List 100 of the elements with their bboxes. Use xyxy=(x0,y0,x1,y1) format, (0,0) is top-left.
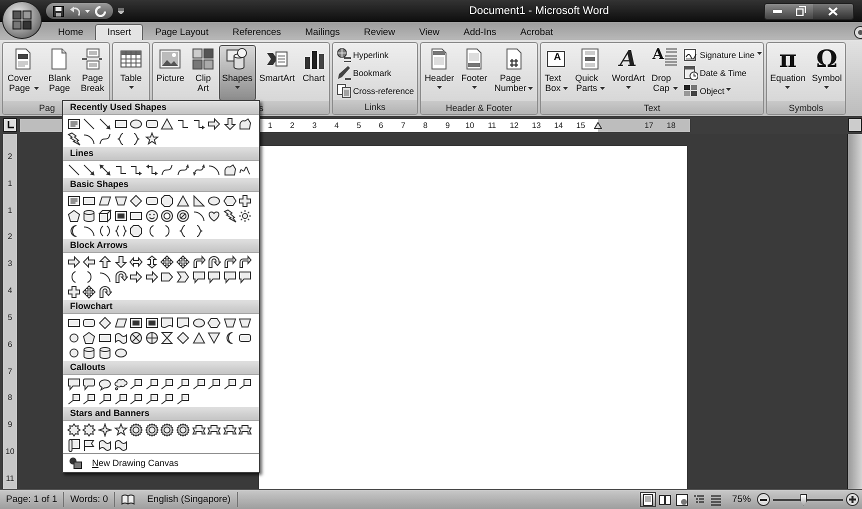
banner-icon[interactable] xyxy=(238,422,252,436)
word-count[interactable]: Words: 0 xyxy=(64,492,116,507)
view-ruler-button[interactable] xyxy=(848,118,862,132)
oval-icon[interactable] xyxy=(192,316,206,330)
frame-icon[interactable] xyxy=(114,208,128,222)
star-icon[interactable] xyxy=(114,422,128,436)
seal-icon[interactable] xyxy=(144,422,159,436)
indent-marker-icon[interactable] xyxy=(594,122,602,128)
u-turn-arrow-icon[interactable] xyxy=(98,284,112,298)
arrow-icon[interactable] xyxy=(82,162,96,176)
calendar-button[interactable]: Date & Time xyxy=(682,64,763,81)
cylinder-icon[interactable] xyxy=(82,346,96,360)
right-arrow-icon[interactable] xyxy=(144,270,159,284)
frame-icon[interactable] xyxy=(144,316,159,330)
heart-icon[interactable] xyxy=(207,208,222,222)
web-layout-button[interactable] xyxy=(674,492,690,507)
line-callout-icon[interactable] xyxy=(129,392,144,406)
circle-icon[interactable] xyxy=(66,346,81,360)
oval-callout-icon[interactable] xyxy=(98,376,112,390)
callout-icon[interactable] xyxy=(207,270,222,284)
callout-icon[interactable] xyxy=(238,270,252,284)
pentagon-arrow-icon[interactable] xyxy=(160,270,174,284)
text-box-icon[interactable] xyxy=(66,194,81,208)
language-status[interactable]: English (Singapore) xyxy=(141,492,238,507)
minimize-button[interactable] xyxy=(765,4,789,18)
banner-icon[interactable] xyxy=(222,422,237,436)
pentagon-icon[interactable] xyxy=(82,330,96,344)
wave-icon[interactable] xyxy=(98,438,112,452)
signature-line-button[interactable]: Signature Line xyxy=(682,46,763,63)
octagon-icon[interactable] xyxy=(160,194,174,208)
bracket-pair-icon[interactable] xyxy=(98,224,112,238)
ribbon-tab[interactable]: Home xyxy=(46,24,96,40)
line-callout-icon[interactable] xyxy=(176,376,190,390)
arrow-icon[interactable] xyxy=(98,116,112,130)
brace-pair-icon[interactable] xyxy=(114,224,128,238)
arc-icon[interactable] xyxy=(207,162,222,176)
quad-arrow-icon[interactable] xyxy=(82,284,96,298)
blank-page-button[interactable]: Blank Page xyxy=(44,45,74,101)
callout-icon[interactable] xyxy=(222,270,237,284)
cylinder-icon[interactable] xyxy=(98,346,112,360)
down-arrow-icon[interactable] xyxy=(222,116,237,130)
star-icon[interactable] xyxy=(144,132,159,146)
triangle-icon[interactable] xyxy=(176,194,190,208)
bent-arrow-icon[interactable] xyxy=(222,254,237,268)
arc-icon[interactable] xyxy=(82,224,96,238)
cube-icon[interactable] xyxy=(98,208,112,222)
globe-link-button[interactable]: Hyperlink xyxy=(335,46,415,63)
left-arrow-icon[interactable] xyxy=(82,254,96,268)
no-symbol-icon[interactable] xyxy=(176,208,190,222)
line-icon[interactable] xyxy=(82,116,96,130)
elbow-double-arrow-icon[interactable] xyxy=(144,162,159,176)
smiley-icon[interactable] xyxy=(144,208,159,222)
triangle-icon[interactable] xyxy=(160,116,174,130)
line-icon[interactable] xyxy=(66,162,81,176)
line-callout-icon[interactable] xyxy=(160,376,174,390)
lightning-icon[interactable] xyxy=(222,208,237,222)
left-right-arrow-icon[interactable] xyxy=(129,254,144,268)
curve-icon[interactable] xyxy=(98,132,112,146)
line-callout-icon[interactable] xyxy=(222,376,237,390)
up-arrow-icon[interactable] xyxy=(98,254,112,268)
wave-icon[interactable] xyxy=(114,330,128,344)
line-callout-icon[interactable] xyxy=(66,392,81,406)
zoom-level[interactable]: 75% xyxy=(732,494,751,505)
wordart-button[interactable]: A WordArt xyxy=(608,45,648,101)
ribbon-tab[interactable]: Page Layout xyxy=(143,24,220,40)
table-button[interactable]: Table xyxy=(116,45,146,101)
star-icon[interactable] xyxy=(98,422,112,436)
line-callout-icon[interactable] xyxy=(144,376,159,390)
up-down-arrow-icon[interactable] xyxy=(144,254,159,268)
cloud-callout-icon[interactable] xyxy=(114,376,128,390)
line-callout-icon[interactable] xyxy=(160,392,174,406)
octagon-icon[interactable] xyxy=(129,224,144,238)
footer-button[interactable]: Footer xyxy=(458,45,490,101)
line-callout-icon[interactable] xyxy=(207,376,222,390)
flag-icon[interactable] xyxy=(82,438,96,452)
clip-art-button[interactable]: Clip Art xyxy=(188,45,218,101)
book-icon[interactable] xyxy=(121,494,136,505)
new-drawing-canvas-item[interactable]: New Drawing Canvas xyxy=(63,454,259,472)
quad-arrow-icon[interactable] xyxy=(176,254,190,268)
document-shape-icon[interactable] xyxy=(176,316,190,330)
diagram-button[interactable]: SmartArt xyxy=(256,45,298,101)
line-callout-icon[interactable] xyxy=(82,392,96,406)
ribbon-tab[interactable]: Acrobat xyxy=(508,24,565,40)
line-callout-icon[interactable] xyxy=(176,392,190,406)
right-arrow-icon[interactable] xyxy=(207,116,222,130)
banner-icon[interactable] xyxy=(207,422,222,436)
page-count[interactable]: Page: 1 of 1 xyxy=(0,492,64,507)
triangle-icon[interactable] xyxy=(192,330,206,344)
down-arrow-icon[interactable] xyxy=(114,254,128,268)
pi-button[interactable]: π Equation xyxy=(767,45,809,101)
text-box-icon[interactable] xyxy=(66,116,81,130)
callout-icon[interactable] xyxy=(66,376,81,390)
triangle-icon[interactable] xyxy=(207,330,222,344)
hourglass-icon[interactable] xyxy=(160,330,174,344)
undo-icon[interactable] xyxy=(69,6,80,16)
chevron-icon[interactable] xyxy=(176,270,190,284)
scroll-bar[interactable] xyxy=(847,134,862,489)
full-screen-reading-button[interactable] xyxy=(656,492,673,507)
bent-arrow-icon[interactable] xyxy=(238,254,252,268)
pentagon-icon[interactable] xyxy=(66,208,81,222)
